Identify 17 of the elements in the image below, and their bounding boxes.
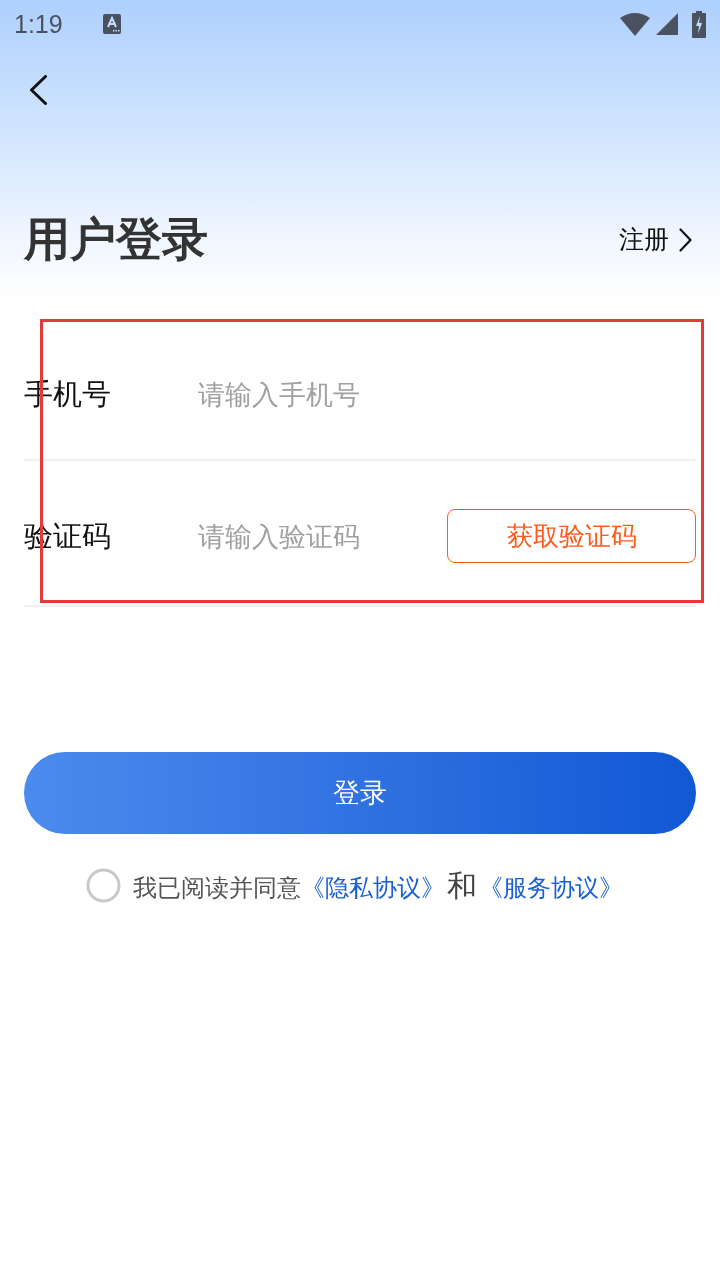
register-link[interactable]: 注册 bbox=[619, 225, 692, 255]
status-time: 1:19 bbox=[14, 11, 63, 37]
agreement-text: 我已阅读并同意《隐私协议》和《服务协议》 bbox=[132, 867, 623, 905]
phone-input[interactable]: 请输入手机号 bbox=[198, 372, 696, 417]
signal-icon bbox=[656, 13, 678, 35]
agree-checkbox[interactable] bbox=[85, 868, 121, 903]
chevron-right-icon bbox=[679, 228, 692, 252]
get-code-button[interactable]: 获取验证码 bbox=[447, 509, 696, 563]
policy-link[interactable]: 《服务协议》 bbox=[478, 874, 623, 902]
wifi-icon bbox=[620, 12, 650, 36]
back-icon[interactable] bbox=[29, 75, 47, 105]
code-input[interactable]: 请输入验证码 bbox=[198, 514, 447, 558]
login-button[interactable]: 登录 bbox=[24, 752, 696, 834]
policy-link[interactable]: 《隐私协议》 bbox=[300, 874, 445, 902]
page-title: 用户登录 bbox=[24, 212, 208, 268]
letter-a-icon bbox=[102, 14, 121, 34]
battery-charging-icon bbox=[692, 10, 706, 38]
